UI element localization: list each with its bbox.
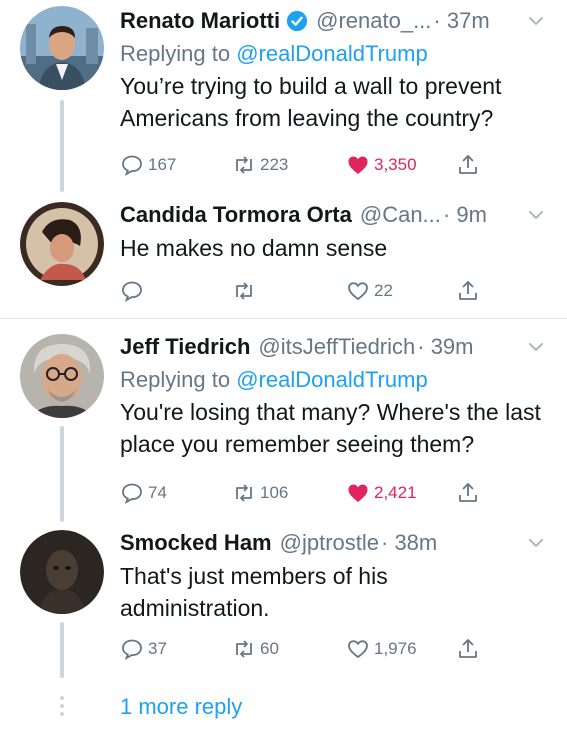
retweet-button[interactable]: 60 [232,634,279,664]
reply-icon [122,155,142,176]
like-button[interactable]: 3,350 [346,150,417,180]
reply-to-link[interactable]: @realDonaldTrump [236,41,427,66]
chevron-down-icon[interactable] [527,534,545,552]
more-replies-link[interactable]: 1 more reply [120,694,242,720]
share-button[interactable] [456,276,484,306]
tweet-actions: 22 [120,276,540,306]
avatar[interactable] [20,202,104,286]
avatar-image [20,334,104,418]
reply-to-link[interactable]: @realDonaldTrump [236,367,427,392]
reply-button[interactable]: 37 [120,634,167,664]
reply-icon [122,281,142,302]
replying-to: Replying to @realDonaldTrump [120,364,551,396]
chevron-down-icon[interactable] [527,206,545,224]
verified-badge-icon [287,10,308,32]
reply-button[interactable]: 167 [120,150,176,180]
tweet-text: That's just members of his administratio… [120,563,388,621]
share-icon [459,639,477,658]
like-count: 22 [374,281,393,300]
share-icon [459,155,477,174]
reply-button[interactable]: 74 [120,478,167,508]
avatar[interactable] [20,6,104,90]
author-name[interactable]: Smocked Ham [120,530,272,556]
retweet-icon [236,156,252,174]
avatar[interactable] [20,530,104,614]
divider [0,318,567,319]
reply-icon [122,483,142,504]
share-icon [459,483,477,502]
timestamp[interactable]: · 38m [381,530,437,556]
retweet-icon [236,282,252,300]
tweet-actions: 37 60 1,976 [120,634,540,664]
share-icon [459,281,477,300]
retweet-count: 60 [260,639,279,658]
retweet-count: 106 [260,483,289,502]
author-name[interactable]: Jeff Tiedrich [120,334,250,360]
tweet-thread: Renato Mariotti @renato_... · 37m Replyi… [0,0,567,740]
like-count: 2,421 [374,483,417,502]
avatar-image [20,202,104,286]
reply-button[interactable] [120,276,148,306]
like-button[interactable]: 22 [346,276,393,306]
heart-filled-icon [348,156,368,174]
share-button[interactable] [456,478,484,508]
share-button[interactable] [456,150,484,180]
heart-filled-icon [348,484,368,502]
like-button[interactable]: 1,976 [346,634,417,664]
author-handle[interactable]: @itsJeffTiedrich [258,334,415,360]
retweet-icon [236,484,252,502]
replying-to: Replying to @realDonaldTrump [120,38,551,70]
reply-icon [122,639,142,660]
thread-dots [60,696,64,720]
retweet-button[interactable] [232,276,260,306]
tweet-text: He makes no damn sense [120,235,388,261]
author-handle[interactable]: @renato_... [316,8,431,34]
retweet-count: 223 [260,155,289,174]
reply-count: 37 [148,639,167,658]
author-handle[interactable]: @Can... [360,202,441,228]
thread-line [60,622,64,678]
retweet-icon [236,640,252,658]
chevron-down-icon[interactable] [527,12,545,30]
author-name[interactable]: Renato Mariotti [120,8,280,34]
timestamp[interactable]: · 9m [443,202,487,228]
share-button[interactable] [456,634,484,664]
timestamp[interactable]: · 39m [417,334,473,360]
retweet-button[interactable]: 106 [232,478,288,508]
author-name[interactable]: Candida Tormora Orta [120,202,352,228]
like-button[interactable]: 2,421 [346,478,417,508]
tweet-actions: 167 223 3,350 [120,150,540,180]
reply-prefix: Replying to [120,41,231,66]
author-handle[interactable]: @jptrostle [280,530,379,556]
timestamp[interactable]: · 37m [433,8,489,34]
tweet-text: You’re trying to build a wall to prevent… [120,73,502,131]
heart-icon [348,282,368,301]
like-count: 1,976 [374,639,417,658]
chevron-down-icon[interactable] [527,338,545,356]
avatar-image [20,530,104,614]
retweet-button[interactable]: 223 [232,150,288,180]
heart-icon [348,640,368,659]
tweet-text: You're losing that many? Where's the las… [120,399,541,457]
thread-line [60,100,64,192]
reply-prefix: Replying to [120,367,231,392]
avatar-image [20,6,104,90]
avatar[interactable] [20,334,104,418]
like-count: 3,350 [374,155,417,174]
reply-count: 74 [148,483,167,502]
reply-count: 167 [148,155,177,174]
thread-line [60,426,64,522]
tweet-actions: 74 106 2,421 [120,478,540,508]
